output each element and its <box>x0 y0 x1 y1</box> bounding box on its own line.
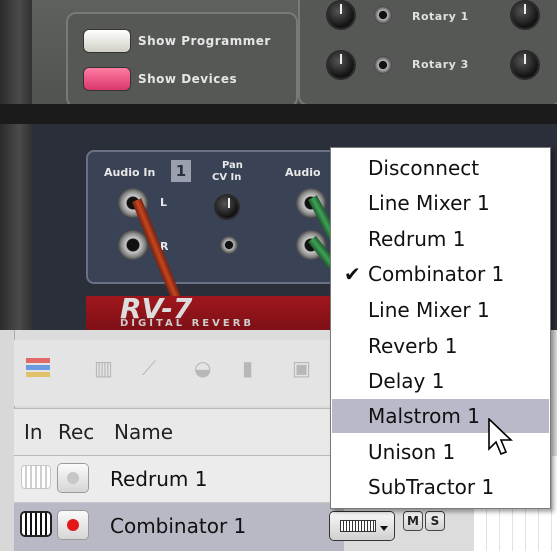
output-device-button[interactable] <box>330 512 394 540</box>
show-devices-button[interactable] <box>84 68 130 90</box>
combinator-buttons-panel: Show Programmer Show Devices <box>66 12 298 108</box>
rotary-cv-jack[interactable] <box>374 56 392 74</box>
cv-in-label: CV In <box>212 172 242 183</box>
menu-item-label: Reverb 1 <box>368 334 458 358</box>
track-row-selected[interactable]: Combinator 1 <box>14 503 344 551</box>
menu-item-delay-1[interactable]: Delay 1 <box>332 364 549 398</box>
menu-item-label: Disconnect <box>368 156 480 180</box>
bars-icon[interactable]: ▮ <box>242 356 253 380</box>
menu-item-disconnect[interactable]: Disconnect <box>332 151 549 185</box>
track-list-icon[interactable] <box>26 358 50 382</box>
jack-l-label: L <box>160 196 168 209</box>
mouse-pointer-icon <box>488 418 513 456</box>
audio-in-right-jack[interactable] <box>118 230 148 260</box>
rv7-device-subtitle: DIGITAL REVERB <box>120 318 255 329</box>
rotary-1-label: Rotary 1 <box>412 10 469 23</box>
rack-rail <box>0 0 32 330</box>
show-programmer-label: Show Programmer <box>138 34 271 48</box>
device-routing-menu: Disconnect Line Mixer 1 Redrum 1 ✔ Combi… <box>330 147 551 509</box>
menu-item-label: Malstrom 1 <box>368 404 480 428</box>
pan-label: Pan <box>222 160 243 171</box>
menu-item-line-mixer-1[interactable]: Line Mixer 1 <box>332 186 549 220</box>
menu-item-label: Combinator 1 <box>368 262 505 286</box>
rotary-3-label: Rotary 3 <box>412 58 469 71</box>
checkmark-icon: ✔ <box>344 262 361 286</box>
sequencer-toolbar: ▥ ⟋ ◒ ▮ ▣ <box>14 340 344 406</box>
menu-item-combinator-1[interactable]: ✔ Combinator 1 <box>332 257 549 291</box>
pan-knob[interactable] <box>216 196 238 218</box>
menu-item-unison-1[interactable]: Unison 1 <box>332 435 549 469</box>
track-row[interactable]: Redrum 1 <box>14 456 344 503</box>
track-list-header: In Rec Name <box>14 408 344 456</box>
column-name[interactable]: Name <box>114 420 173 444</box>
menu-item-label: Redrum 1 <box>368 227 466 251</box>
audio-in-channel: 1 <box>171 160 191 182</box>
menu-item-label: Line Mixer 1 <box>368 298 490 322</box>
device-icon[interactable]: ▣ <box>292 356 311 380</box>
menu-item-label: Line Mixer 1 <box>368 191 490 215</box>
rotary-panel: Rotary 1 Rotary 3 <box>298 0 557 106</box>
menu-item-label: SubTractor 1 <box>368 475 495 499</box>
show-programmer-button[interactable] <box>84 30 130 52</box>
menu-item-malstrom-1[interactable]: Malstrom 1 <box>332 399 549 433</box>
menu-item-line-mixer-1[interactable]: Line Mixer 1 <box>332 293 549 327</box>
rotary-knob-left-top[interactable] <box>328 2 354 28</box>
keyboard-input-icon[interactable] <box>22 513 50 535</box>
solo-button[interactable]: S <box>426 512 444 530</box>
audio-in-label: Audio In <box>104 166 156 179</box>
menu-item-subtractor-1[interactable]: SubTractor 1 <box>332 470 549 504</box>
menu-item-label: Delay 1 <box>368 369 445 393</box>
rotary-knob-right-top[interactable] <box>512 2 538 28</box>
mute-button[interactable]: M <box>404 512 422 530</box>
reason-window: Show Programmer Show Devices Rotary 1 Ro… <box>0 0 557 551</box>
column-rec: Rec <box>58 420 95 444</box>
menu-item-label: Unison 1 <box>368 440 456 464</box>
menu-item-redrum-1[interactable]: Redrum 1 <box>332 222 549 256</box>
track-name: Redrum 1 <box>110 467 208 491</box>
keyboard-input-icon[interactable] <box>22 466 50 488</box>
rotary-knob-left-bottom[interactable] <box>328 52 354 78</box>
menu-item-reverb-1[interactable]: Reverb 1 <box>332 329 549 363</box>
audio-in-2-label: Audio <box>285 166 321 179</box>
column-in: In <box>24 420 43 444</box>
rack-divider <box>0 104 557 124</box>
drum-icon[interactable]: ◒ <box>194 356 211 380</box>
record-enable-button[interactable] <box>58 511 88 539</box>
dropdown-arrow-icon <box>380 526 388 531</box>
pan-cv-jack[interactable] <box>220 236 238 254</box>
record-enable-button[interactable] <box>58 464 88 492</box>
track-name: Combinator 1 <box>110 514 247 538</box>
rotary-cv-jack[interactable] <box>374 6 392 24</box>
automation-icon[interactable]: ⟋ <box>142 356 156 380</box>
show-devices-label: Show Devices <box>138 72 238 86</box>
rotary-knob-right-bottom[interactable] <box>512 52 538 78</box>
keyboard-icon[interactable]: ▥ <box>94 356 113 380</box>
